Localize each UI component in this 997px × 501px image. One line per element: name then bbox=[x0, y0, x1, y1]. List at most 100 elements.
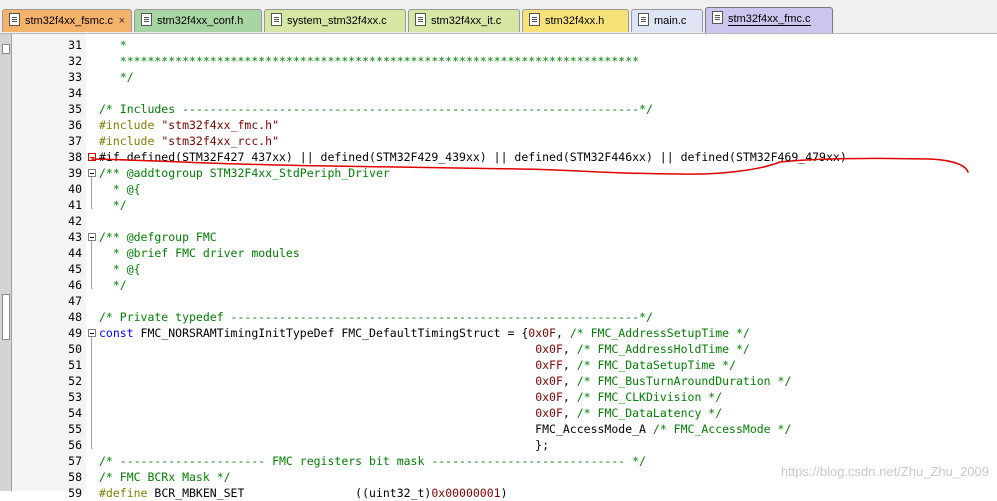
file-icon bbox=[415, 13, 426, 26]
line-number: 48 bbox=[68, 310, 82, 324]
line-number: 37 bbox=[68, 134, 82, 148]
code-token: 0x0F bbox=[535, 390, 563, 404]
code-token: /* FMC_DataLatency */ bbox=[576, 406, 723, 420]
line-number: 41 bbox=[68, 198, 82, 212]
code-token: 0x00000001 bbox=[431, 486, 501, 500]
code-text: #if defined(STM32F427_437xx) || defined(… bbox=[99, 149, 847, 165]
line-number: 31 bbox=[68, 38, 82, 52]
tab-main-c[interactable]: main.c bbox=[631, 9, 703, 32]
code-line: 50 0x0F, /* FMC_AddressHoldTime */ bbox=[0, 341, 997, 357]
line-number: 58 bbox=[68, 470, 82, 484]
code-line: 48 /* Private typedef -------------------… bbox=[0, 309, 997, 325]
code-token: /* Includes ----------------------------… bbox=[99, 102, 653, 116]
code-line: 38 #if defined(STM32F427_437xx) || define… bbox=[0, 149, 997, 165]
code-text: /* FMC BCRx Mask */ bbox=[99, 469, 231, 485]
code-token: const bbox=[99, 326, 141, 340]
code-token: , bbox=[555, 326, 570, 340]
code-text: const FMC_NORSRAMTimingInitTypeDef FMC_D… bbox=[99, 325, 750, 341]
code-token: , bbox=[562, 358, 577, 372]
code-text: /* Private typedef ---------------------… bbox=[99, 309, 653, 325]
line-number: 52 bbox=[68, 374, 82, 388]
line-number: 55 bbox=[68, 422, 82, 436]
file-icon bbox=[529, 13, 540, 26]
code-token: /* FMC_AccessMode */ bbox=[652, 422, 792, 436]
line-number: 57 bbox=[68, 454, 82, 468]
code-line: 41 */ bbox=[0, 197, 997, 213]
line-number: 35 bbox=[68, 102, 82, 116]
file-icon bbox=[141, 13, 152, 26]
code-token: 0x0F bbox=[535, 406, 563, 420]
code-line: 49 const FMC_NORSRAMTimingInitTypeDef FMC… bbox=[0, 325, 997, 341]
fold-guide bbox=[91, 177, 92, 209]
code-text: 0x0F, /* FMC_DataLatency */ bbox=[99, 405, 722, 421]
code-token: ) bbox=[500, 486, 508, 500]
fold-toggle-icon[interactable] bbox=[88, 329, 96, 337]
code-token: FMC_NORSRAMTimingInitTypeDef FMC_Default… bbox=[140, 326, 529, 340]
code-token: #define bbox=[99, 486, 155, 500]
code-text: 0xFF, /* FMC_DataSetupTime */ bbox=[99, 357, 736, 373]
fold-guide bbox=[91, 241, 92, 289]
code-text: ****************************************… bbox=[99, 53, 639, 69]
line-number: 44 bbox=[68, 246, 82, 260]
code-token: /* FMC_CLKDivision */ bbox=[576, 390, 723, 404]
code-line: 43 /** @defgroup FMC bbox=[0, 229, 997, 245]
fold-toggle-icon[interactable] bbox=[88, 169, 96, 177]
code-token: #if defined(STM32F427_437xx) || defined(… bbox=[99, 150, 847, 164]
code-line: 40 * @{ bbox=[0, 181, 997, 197]
code-text: /* Includes ----------------------------… bbox=[99, 101, 653, 117]
code-token: /* Private typedef ---------------------… bbox=[99, 310, 653, 324]
code-line: 42 bbox=[0, 213, 997, 229]
tab-stm32f4xx-h[interactable]: stm32f4xx.h bbox=[522, 9, 629, 32]
line-number: 47 bbox=[68, 294, 82, 308]
line-number: 42 bbox=[68, 214, 82, 228]
code-line: 51 0xFF, /* FMC_DataSetupTime */ bbox=[0, 357, 997, 373]
code-text: }; bbox=[99, 437, 549, 453]
tab-stm32f4xx-it-c[interactable]: stm32f4xx_it.c bbox=[408, 9, 520, 32]
code-line: 44 * @brief FMC driver modules bbox=[0, 245, 997, 261]
tab-stm32f4xx-fmc-c[interactable]: stm32f4xx_fmc.c bbox=[705, 7, 833, 33]
code-line: 52 0x0F, /* FMC_BusTurnAroundDuration */ bbox=[0, 373, 997, 389]
code-token: /** @defgroup FMC bbox=[99, 230, 217, 244]
code-token: #include bbox=[99, 118, 162, 132]
code-token: ****************************************… bbox=[99, 54, 640, 68]
code-token: /* FMC_DataSetupTime */ bbox=[576, 358, 736, 372]
line-number: 46 bbox=[68, 278, 82, 292]
line-number: 36 bbox=[68, 118, 82, 132]
line-number: 40 bbox=[68, 182, 82, 196]
close-tab-icon[interactable]: × bbox=[119, 10, 125, 32]
code-text: /* --------------------- FMC registers b… bbox=[99, 453, 646, 469]
code-line: 47 bbox=[0, 293, 997, 309]
tab-stm32f4xx-fsmc-c[interactable]: stm32f4xx_fsmc.c × bbox=[2, 9, 132, 32]
line-number: 34 bbox=[68, 86, 82, 100]
code-token: BCR_MBKEN_SET ((uint32_t) bbox=[154, 486, 432, 500]
code-token: /* FMC BCRx Mask */ bbox=[99, 470, 231, 484]
tab-system-stm32f4xx-c[interactable]: system_stm32f4xx.c bbox=[264, 9, 406, 32]
code-line: 34 bbox=[0, 85, 997, 101]
code-line: 59 #define BCR_MBKEN_SET ((uint32_t)0x000… bbox=[0, 485, 997, 501]
code-token: */ bbox=[99, 198, 127, 212]
code-token: /* FMC_AddressHoldTime */ bbox=[576, 342, 750, 356]
file-icon bbox=[271, 13, 282, 26]
tab-label: stm32f4xx_it.c bbox=[431, 15, 502, 27]
line-number: 43 bbox=[68, 230, 82, 244]
code-text: FMC_AccessMode_A /* FMC_AccessMode */ bbox=[99, 421, 791, 437]
code-line: 53 0x0F, /* FMC_CLKDivision */ bbox=[0, 389, 997, 405]
code-line: 32 *************************************… bbox=[0, 53, 997, 69]
code-line: 45 * @{ bbox=[0, 261, 997, 277]
line-number: 32 bbox=[68, 54, 82, 68]
tab-label: stm32f4xx.h bbox=[545, 15, 605, 27]
line-number: 33 bbox=[68, 70, 82, 84]
fold-toggle-icon[interactable] bbox=[88, 153, 96, 161]
code-token: * @{ bbox=[99, 262, 141, 276]
code-text: 0x0F, /* FMC_BusTurnAroundDuration */ bbox=[99, 373, 791, 389]
code-text: /** @addtogroup STM32F4xx_StdPeriph_Driv… bbox=[99, 165, 390, 181]
tab-label: stm32f4xx_conf.h bbox=[157, 15, 244, 27]
tab-stm32f4xx-conf-h[interactable]: stm32f4xx_conf.h bbox=[134, 9, 262, 32]
code-token: FMC_AccessMode_A bbox=[99, 422, 653, 436]
code-text: * @{ bbox=[99, 261, 141, 277]
fold-toggle-icon[interactable] bbox=[88, 233, 96, 241]
code-text: * bbox=[99, 37, 127, 53]
line-number: 39 bbox=[68, 166, 82, 180]
